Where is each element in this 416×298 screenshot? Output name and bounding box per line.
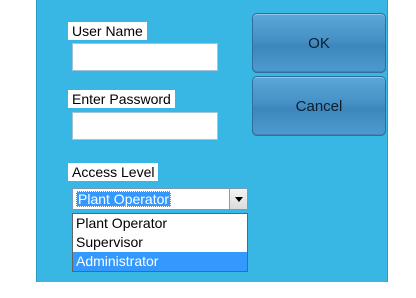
dropdown-toggle-button[interactable] <box>229 189 247 209</box>
option-plant-operator[interactable]: Plant Operator <box>73 214 247 233</box>
ok-button-label: OK <box>308 34 330 52</box>
access-level-select[interactable]: Plant Operator <box>72 188 248 210</box>
cancel-button-label: Cancel <box>295 97 343 115</box>
chevron-down-icon <box>234 196 243 202</box>
access-level-label: Access Level <box>68 163 159 181</box>
password-label: Enter Password <box>68 90 175 108</box>
username-label: User Name <box>68 22 147 40</box>
option-supervisor[interactable]: Supervisor <box>73 233 247 252</box>
access-level-selected-value: Plant Operator <box>76 191 172 207</box>
access-level-dropdown-list: Plant Operator Supervisor Administrator <box>72 213 248 272</box>
password-input[interactable] <box>72 112 218 140</box>
cancel-button[interactable]: Cancel <box>252 76 386 136</box>
option-administrator[interactable]: Administrator <box>73 252 247 271</box>
ok-button[interactable]: OK <box>252 13 386 73</box>
username-input[interactable] <box>72 43 218 71</box>
